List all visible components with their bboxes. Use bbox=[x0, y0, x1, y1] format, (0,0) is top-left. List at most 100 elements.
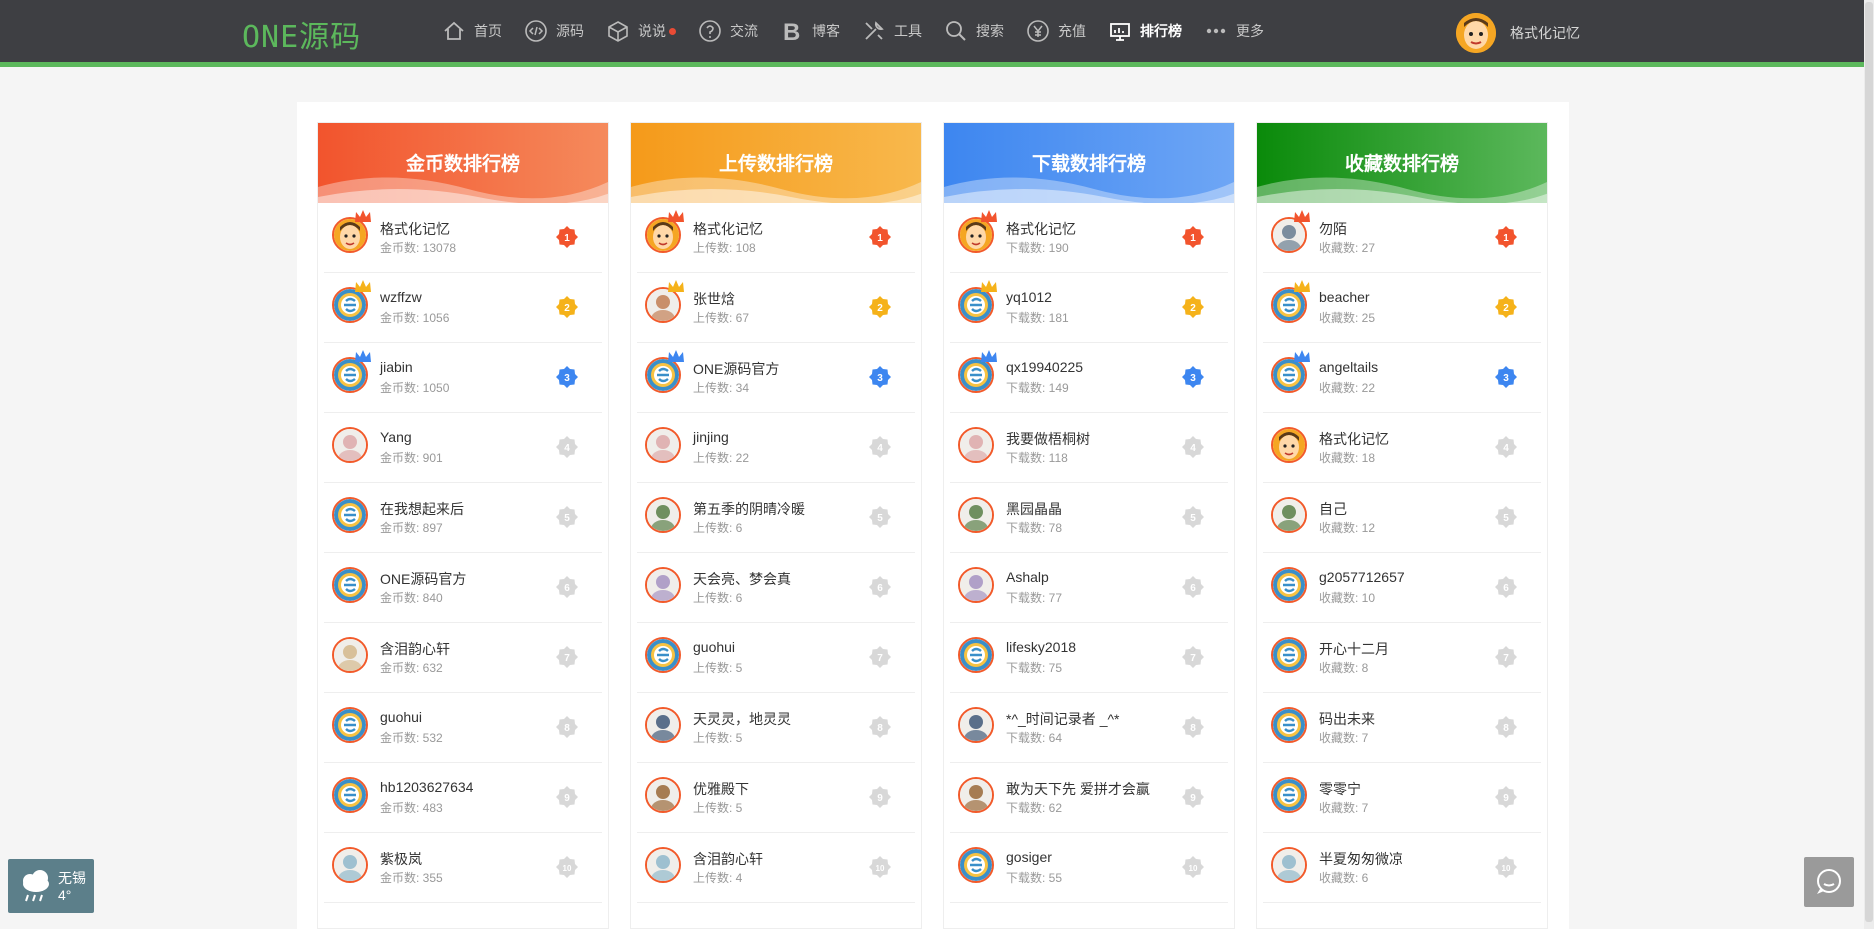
user-avatar[interactable] bbox=[1271, 497, 1307, 533]
user-name[interactable]: 零零宁 bbox=[1319, 779, 1361, 799]
user-avatar[interactable] bbox=[958, 847, 994, 883]
user-name[interactable]: 张世焓 bbox=[693, 289, 735, 309]
user-avatar[interactable] bbox=[645, 567, 681, 603]
list-item[interactable]: 格式化记忆 收藏数: 18 4 bbox=[1263, 413, 1541, 483]
nav-item-5[interactable]: 工具 bbox=[862, 19, 922, 43]
user-avatar[interactable] bbox=[645, 847, 681, 883]
list-item[interactable]: guohui 上传数: 5 7 bbox=[637, 623, 915, 693]
list-item[interactable]: 格式化记忆 金币数: 13078 1 bbox=[324, 203, 602, 273]
user-avatar[interactable] bbox=[958, 777, 994, 813]
user-name[interactable]: 含泪韵心轩 bbox=[380, 639, 450, 659]
nav-item-0[interactable]: 首页 bbox=[442, 19, 502, 43]
user-avatar[interactable] bbox=[332, 497, 368, 533]
user-avatar[interactable] bbox=[332, 707, 368, 743]
user-name[interactable]: 半夏匆匆微凉 bbox=[1319, 849, 1403, 869]
list-item[interactable]: 黑园晶晶 下载数: 78 5 bbox=[950, 483, 1228, 553]
user-avatar[interactable] bbox=[958, 637, 994, 673]
nav-item-4[interactable]: B 博客 bbox=[780, 19, 840, 43]
user-name[interactable]: jiabin bbox=[380, 359, 413, 375]
user-name[interactable]: 在我想起来后 bbox=[380, 499, 464, 519]
user-avatar[interactable] bbox=[645, 707, 681, 743]
user-avatar[interactable] bbox=[645, 637, 681, 673]
list-item[interactable]: 含泪韵心轩 上传数: 4 10 bbox=[637, 833, 915, 903]
list-item[interactable]: 张世焓 上传数: 67 2 bbox=[637, 273, 915, 343]
user-avatar[interactable] bbox=[958, 707, 994, 743]
list-item[interactable]: hb1203627634 金币数: 483 9 bbox=[324, 763, 602, 833]
user-avatar[interactable] bbox=[1271, 777, 1307, 813]
user-name[interactable]: *^_时间记录者 _^* bbox=[1006, 709, 1120, 729]
list-item[interactable]: gosiger 下载数: 55 10 bbox=[950, 833, 1228, 903]
user-name[interactable]: angeltails bbox=[1319, 359, 1378, 375]
user-name[interactable]: 天会亮、梦会真 bbox=[693, 569, 791, 589]
user-name[interactable]: 勿陌 bbox=[1319, 219, 1347, 239]
user-name[interactable]: 格式化记忆 bbox=[693, 219, 763, 239]
user-name[interactable]: 黑园晶晶 bbox=[1006, 499, 1062, 519]
user-name[interactable]: lifesky2018 bbox=[1006, 639, 1076, 655]
nav-item-9[interactable]: 更多 bbox=[1204, 19, 1264, 43]
user-avatar[interactable] bbox=[332, 567, 368, 603]
nav-item-2[interactable]: 说说 bbox=[606, 19, 676, 43]
list-item[interactable]: 半夏匆匆微凉 收藏数: 6 10 bbox=[1263, 833, 1541, 903]
site-logo[interactable]: ONE源码 bbox=[242, 12, 361, 56]
scrollbar-thumb[interactable] bbox=[1865, 2, 1873, 922]
user-name[interactable]: qx19940225 bbox=[1006, 359, 1083, 375]
list-item[interactable]: 零零宁 收藏数: 7 9 bbox=[1263, 763, 1541, 833]
list-item[interactable]: ONE源码官方 金币数: 840 6 bbox=[324, 553, 602, 623]
user-avatar[interactable] bbox=[1456, 13, 1496, 53]
user-name[interactable]: g2057712657 bbox=[1319, 569, 1405, 585]
user-avatar[interactable] bbox=[332, 777, 368, 813]
user-name[interactable]: 紫极岚 bbox=[380, 849, 422, 869]
user-avatar[interactable] bbox=[958, 497, 994, 533]
list-item[interactable]: 敢为天下先 爱拼才会赢 下载数: 62 9 bbox=[950, 763, 1228, 833]
user-name[interactable]: Yang bbox=[380, 429, 412, 445]
list-item[interactable]: yq1012 下载数: 181 2 bbox=[950, 273, 1228, 343]
user-name[interactable]: beacher bbox=[1319, 289, 1370, 305]
user-name[interactable]: 格式化记忆 bbox=[1006, 219, 1076, 239]
user-avatar[interactable] bbox=[332, 637, 368, 673]
list-item[interactable]: *^_时间记录者 _^* 下载数: 64 8 bbox=[950, 693, 1228, 763]
list-item[interactable]: 天灵灵，地灵灵 上传数: 5 8 bbox=[637, 693, 915, 763]
list-item[interactable]: wzffzw 金币数: 1056 2 bbox=[324, 273, 602, 343]
chat-button[interactable] bbox=[1804, 857, 1854, 907]
user-name[interactable]: jinjing bbox=[693, 429, 729, 445]
list-item[interactable]: lifesky2018 下载数: 75 7 bbox=[950, 623, 1228, 693]
user-name[interactable]: wzffzw bbox=[380, 289, 422, 305]
list-item[interactable]: guohui 金币数: 532 8 bbox=[324, 693, 602, 763]
user-avatar[interactable] bbox=[332, 847, 368, 883]
page-scrollbar[interactable] bbox=[1864, 0, 1874, 929]
user-name[interactable]: ONE源码官方 bbox=[693, 359, 779, 379]
list-item[interactable]: 含泪韵心轩 金币数: 632 7 bbox=[324, 623, 602, 693]
user-name[interactable]: yq1012 bbox=[1006, 289, 1052, 305]
list-item[interactable]: Yang 金币数: 901 4 bbox=[324, 413, 602, 483]
list-item[interactable]: qx19940225 下载数: 149 3 bbox=[950, 343, 1228, 413]
list-item[interactable]: 紫极岚 金币数: 355 10 bbox=[324, 833, 602, 903]
list-item[interactable]: 在我想起来后 金币数: 897 5 bbox=[324, 483, 602, 553]
user-name[interactable]: Ashalp bbox=[1006, 569, 1049, 585]
user-avatar[interactable] bbox=[645, 497, 681, 533]
user-name[interactable]: gosiger bbox=[1006, 849, 1052, 865]
user-avatar[interactable] bbox=[958, 567, 994, 603]
user-name[interactable]: 格式化记忆 bbox=[1510, 23, 1580, 43]
list-item[interactable]: ONE源码官方 上传数: 34 3 bbox=[637, 343, 915, 413]
user-name[interactable]: 优雅殿下 bbox=[693, 779, 749, 799]
list-item[interactable]: 开心十二月 收藏数: 8 7 bbox=[1263, 623, 1541, 693]
user-avatar[interactable] bbox=[1271, 707, 1307, 743]
user-name[interactable]: guohui bbox=[380, 709, 422, 725]
list-item[interactable]: g2057712657 收藏数: 10 6 bbox=[1263, 553, 1541, 623]
user-avatar[interactable] bbox=[645, 777, 681, 813]
weather-widget[interactable]: 无锡 4° bbox=[8, 859, 94, 913]
user-name[interactable]: 第五季的阴晴冷暖 bbox=[693, 499, 805, 519]
list-item[interactable]: 自己 收藏数: 12 5 bbox=[1263, 483, 1541, 553]
list-item[interactable]: Ashalp 下载数: 77 6 bbox=[950, 553, 1228, 623]
user-menu[interactable]: 格式化记忆 bbox=[1456, 13, 1580, 53]
user-avatar[interactable] bbox=[958, 427, 994, 463]
list-item[interactable]: beacher 收藏数: 25 2 bbox=[1263, 273, 1541, 343]
user-avatar[interactable] bbox=[1271, 567, 1307, 603]
list-item[interactable]: 第五季的阴晴冷暖 上传数: 6 5 bbox=[637, 483, 915, 553]
list-item[interactable]: angeltails 收藏数: 22 3 bbox=[1263, 343, 1541, 413]
nav-item-7[interactable]: 充值 bbox=[1026, 19, 1086, 43]
user-avatar[interactable] bbox=[1271, 637, 1307, 673]
user-name[interactable]: 格式化记忆 bbox=[380, 219, 450, 239]
nav-item-8[interactable]: 排行榜 bbox=[1108, 19, 1182, 43]
list-item[interactable]: jiabin 金币数: 1050 3 bbox=[324, 343, 602, 413]
